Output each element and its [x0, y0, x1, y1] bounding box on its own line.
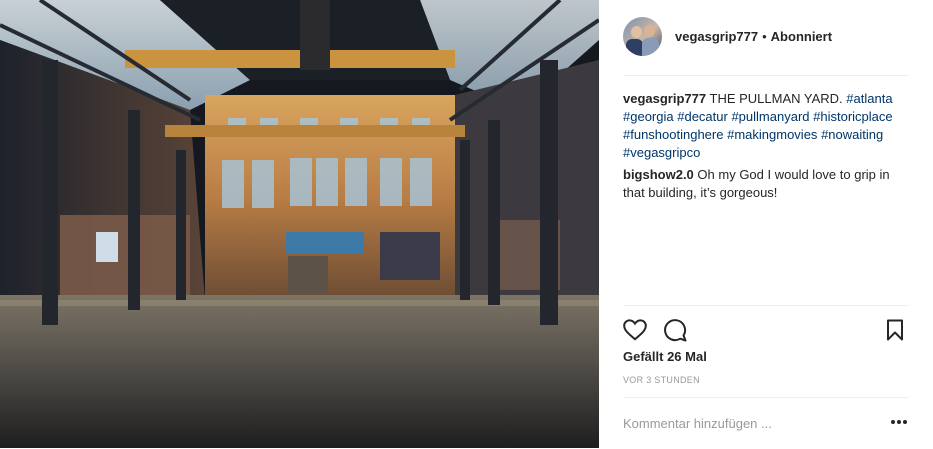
more-options-icon[interactable]	[889, 415, 909, 429]
post-header: vegasgrip777 • Abonniert	[623, 17, 909, 76]
post-sidebar: vegasgrip777 • Abonniert vegasgrip777 THE …	[599, 0, 933, 448]
hashtag-pullmanyard[interactable]: #pullmanyard	[731, 109, 809, 124]
caption-text: THE PULLMAN YARD.	[709, 91, 843, 106]
comment-icon[interactable]	[663, 318, 687, 342]
warehouse-image	[0, 0, 599, 448]
hashtag-atlanta[interactable]: #atlanta	[846, 91, 892, 106]
post-photo[interactable]	[0, 0, 599, 448]
caption: vegasgrip777 THE PULLMAN YARD. #atlanta …	[623, 90, 913, 162]
hashtag-funshootinghere[interactable]: #funshootinghere	[623, 127, 723, 142]
action-bar	[623, 305, 909, 346]
hashtag-makingmovies[interactable]: #makingmovies	[727, 127, 817, 142]
hashtag-nowaiting[interactable]: #nowaiting	[821, 127, 883, 142]
comment-item: bigshow2.0 Oh my God I would love to gri…	[623, 166, 913, 202]
comment-username[interactable]: bigshow2.0	[623, 167, 694, 182]
comment-input[interactable]	[623, 412, 873, 434]
hashtag-decatur[interactable]: #decatur	[677, 109, 728, 124]
likes-count[interactable]: Gefällt 26 Mal	[623, 349, 707, 364]
hashtag-vegasgripco[interactable]: #vegasgripco	[623, 145, 700, 160]
caption-username[interactable]: vegasgrip777	[623, 91, 706, 106]
add-comment-area	[623, 397, 909, 449]
post-timestamp: VOR 3 STUNDEN	[623, 375, 700, 385]
heart-icon[interactable]	[623, 318, 647, 342]
avatar[interactable]	[623, 17, 662, 56]
hashtag-historicplace[interactable]: #historicplace	[813, 109, 893, 124]
follow-status-button[interactable]: Abonniert	[771, 29, 832, 44]
hashtag-georgia[interactable]: #georgia	[623, 109, 674, 124]
bookmark-icon[interactable]	[883, 318, 907, 342]
header-username[interactable]: vegasgrip777	[675, 29, 758, 44]
comments-section: vegasgrip777 THE PULLMAN YARD. #atlanta …	[623, 90, 913, 206]
header-text: vegasgrip777 • Abonniert	[675, 29, 832, 44]
separator-dot: •	[762, 29, 767, 44]
